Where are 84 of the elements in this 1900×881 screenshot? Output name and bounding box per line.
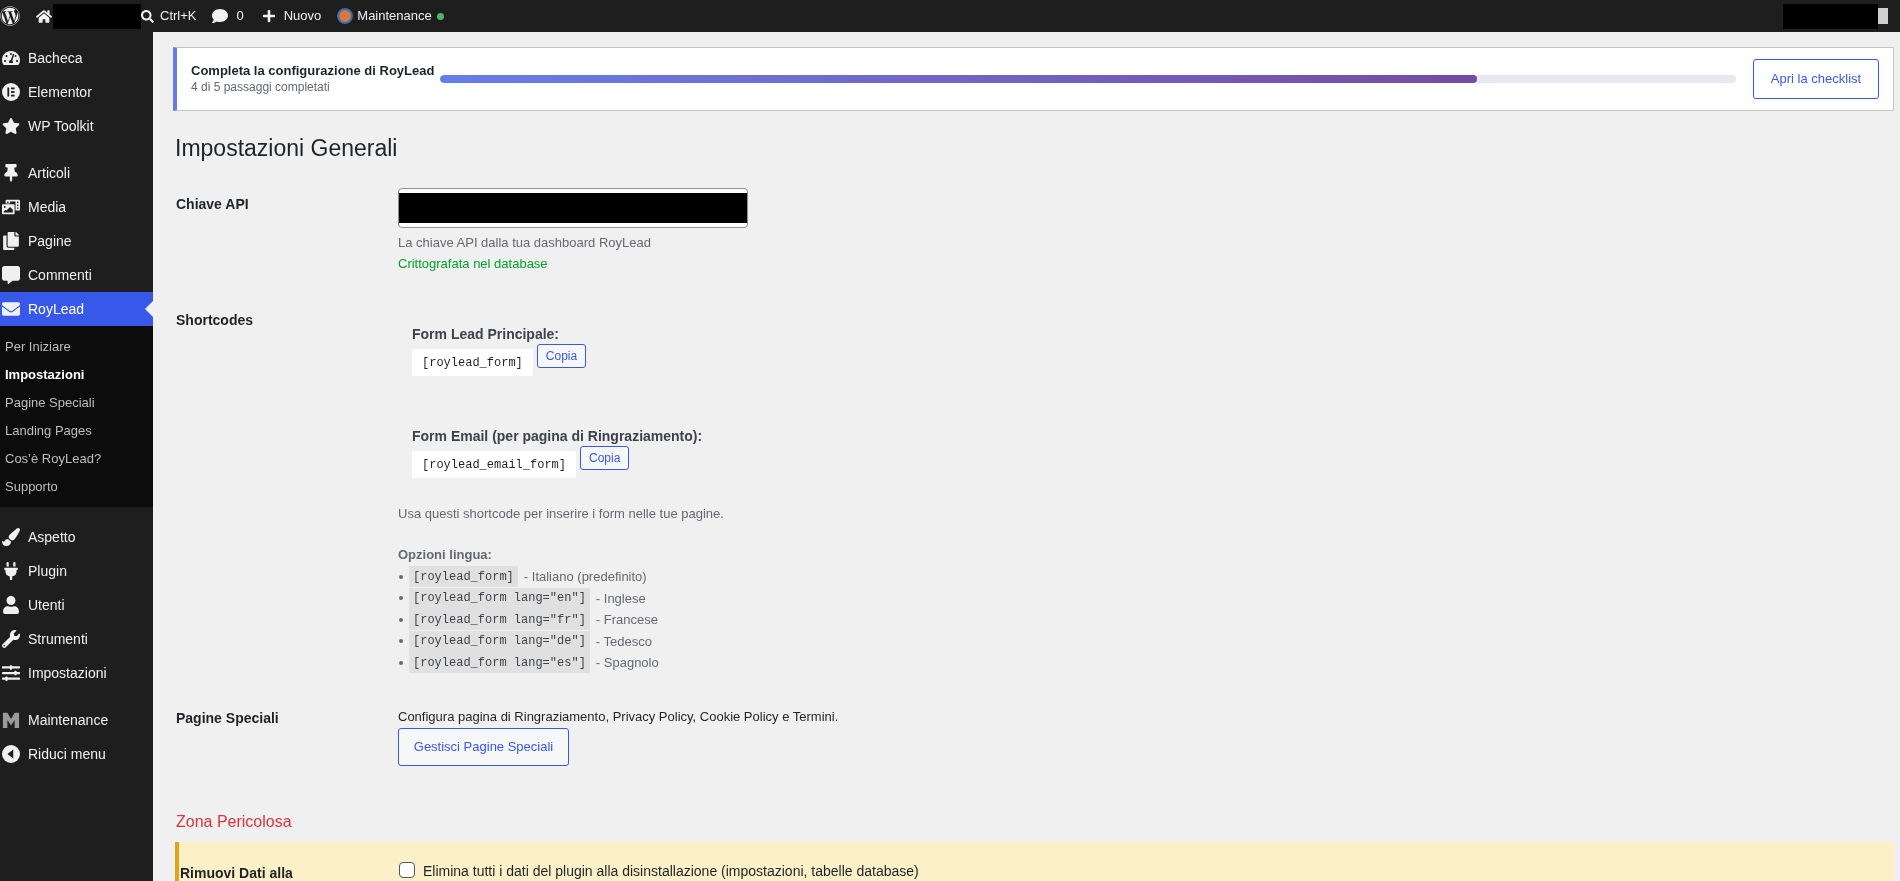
shortcode-label: Form Lead Principale: bbox=[412, 325, 560, 344]
language-description: - Tedesco bbox=[595, 632, 652, 651]
sidebar-menu-item[interactable]: WP Toolkit bbox=[0, 109, 153, 143]
submenu-item[interactable]: Pagine Speciali bbox=[0, 389, 153, 417]
field-label: Pagine Speciali bbox=[176, 709, 279, 726]
collapse-menu-button[interactable]: Riduci menu bbox=[0, 737, 153, 771]
sidebar-menu-item[interactable]: Elementor bbox=[0, 75, 153, 109]
sidebar-menu-item[interactable]: Aspetto bbox=[0, 520, 153, 554]
logo-icon[interactable] bbox=[0, 6, 20, 26]
plug-icon bbox=[2, 562, 20, 580]
sidebar-menu-item[interactable]: Maintenance bbox=[0, 703, 153, 737]
bullet-icon bbox=[399, 617, 403, 622]
avatar-icon bbox=[337, 8, 354, 24]
section-title: Zona Pericolosa bbox=[176, 811, 292, 832]
shortcode-text: [roylead_form lang="es"] bbox=[409, 652, 590, 674]
field-description: Configura pagina di Ringraziamento, Privacy Policy, Cookie Policy e Termini. bbox=[398, 707, 839, 726]
search-icon bbox=[141, 9, 154, 23]
search-button[interactable]: Ctrl+K bbox=[141, 6, 197, 26]
languages-heading: Opzioni lingua: bbox=[398, 546, 492, 564]
sidebar-menu-item[interactable]: Articoli bbox=[0, 156, 153, 190]
checklist-button[interactable]: Apri la checklist bbox=[1753, 59, 1879, 99]
encryption-status: Crittografata nel database bbox=[398, 255, 548, 273]
banner-subtitle: 4 di 5 passaggi completati bbox=[191, 79, 331, 96]
shortcode-text: [roylead_form lang="en"] bbox=[409, 587, 590, 609]
bullet-icon bbox=[399, 639, 403, 644]
bullet-icon bbox=[399, 574, 403, 579]
shortcode-text: [roylead_form] bbox=[409, 566, 518, 588]
star-icon bbox=[2, 117, 20, 135]
checkbox-label: Elimina tutti i dati del plugin alla disinstallazione (impostazioni, tabelle database) bbox=[423, 862, 919, 881]
language-description: - Italiano (predefinito) bbox=[523, 568, 647, 586]
sliders-icon bbox=[2, 664, 20, 682]
avatar-icon bbox=[1878, 8, 1888, 24]
language-description: - Inglese bbox=[595, 589, 646, 608]
checkbox[interactable] bbox=[399, 862, 415, 878]
m-logo-icon bbox=[2, 711, 20, 729]
manage-pages-button[interactable]: Gestisci Pagine Speciali bbox=[398, 727, 569, 766]
shortcode-label: Form Email (per pagina di Ringraziamento): bbox=[412, 427, 703, 446]
sidebar-menu-item[interactable]: Pagine bbox=[0, 224, 153, 258]
submenu-item[interactable]: Cos’è RoyLead? bbox=[0, 445, 153, 473]
banner-title: Completa la configurazione di RoyLead bbox=[191, 62, 436, 79]
shortcode-note: Usa questi shortcode per inserire i form nelle tue pagine. bbox=[398, 505, 724, 523]
wrench-icon bbox=[2, 630, 20, 648]
submenu-item[interactable]: Per Iniziare bbox=[0, 333, 153, 361]
speech-bubble-icon bbox=[212, 8, 229, 24]
comments-button[interactable]: 0 bbox=[212, 6, 244, 26]
sidebar-menu-item[interactable]: Strumenti bbox=[0, 622, 153, 656]
submenu-item[interactable]: Impostazioni bbox=[0, 361, 153, 389]
submenu-item[interactable]: Landing Pages bbox=[0, 417, 153, 445]
home-icon bbox=[36, 8, 52, 24]
submenu-item[interactable]: Supporto bbox=[0, 473, 153, 501]
user-icon bbox=[2, 596, 20, 614]
site-home-link[interactable] bbox=[36, 3, 141, 29]
sidebar-menu-item[interactable]: Impostazioni bbox=[0, 656, 153, 690]
shortcode-text: [roylead_email_form] bbox=[412, 451, 577, 478]
field-description: La chiave API dalla tua dashboard RoyLead bbox=[398, 234, 651, 252]
shortcode-text: [roylead_form lang="de"] bbox=[409, 630, 590, 652]
copy-button[interactable]: Copia bbox=[536, 344, 587, 368]
language-description: - Francese bbox=[595, 611, 658, 629]
plus-icon bbox=[261, 9, 276, 23]
envelope-icon bbox=[2, 300, 20, 318]
sidebar-menu-item[interactable]: Commenti bbox=[0, 258, 153, 292]
paintbrush-icon bbox=[2, 528, 20, 546]
field-label: Shortcodes bbox=[176, 312, 253, 328]
maintenance-button[interactable]: Maintenance bbox=[337, 6, 444, 26]
gauge-icon bbox=[2, 49, 20, 67]
pushpin-icon bbox=[2, 164, 20, 182]
field-label: Rimuovi Dati alla bbox=[180, 865, 293, 881]
shortcode-text: [roylead_form lang="fr"] bbox=[409, 609, 590, 631]
documents-icon bbox=[2, 232, 20, 250]
shortcode-text: [roylead_form] bbox=[412, 349, 533, 376]
sidebar-menu-item[interactable]: Plugin bbox=[0, 554, 153, 588]
photo-video-icon bbox=[2, 198, 20, 216]
bullet-icon bbox=[399, 596, 403, 601]
sidebar-menu-item[interactable]: Media bbox=[0, 190, 153, 224]
sidebar-menu-item[interactable]: RoyLead bbox=[0, 292, 153, 326]
copy-button[interactable]: Copia bbox=[580, 446, 630, 470]
page-title: Impostazioni Generali bbox=[174, 134, 398, 163]
speech-bubble-icon bbox=[2, 266, 20, 284]
sidebar-menu-item[interactable]: Utenti bbox=[0, 588, 153, 622]
field-label: Chiave API bbox=[176, 196, 249, 212]
bullet-icon bbox=[399, 660, 403, 665]
new-button[interactable]: Nuovo bbox=[261, 6, 322, 26]
sidebar-menu-item[interactable]: Bacheca bbox=[0, 41, 153, 75]
language-description: - Spagnolo bbox=[595, 654, 659, 672]
